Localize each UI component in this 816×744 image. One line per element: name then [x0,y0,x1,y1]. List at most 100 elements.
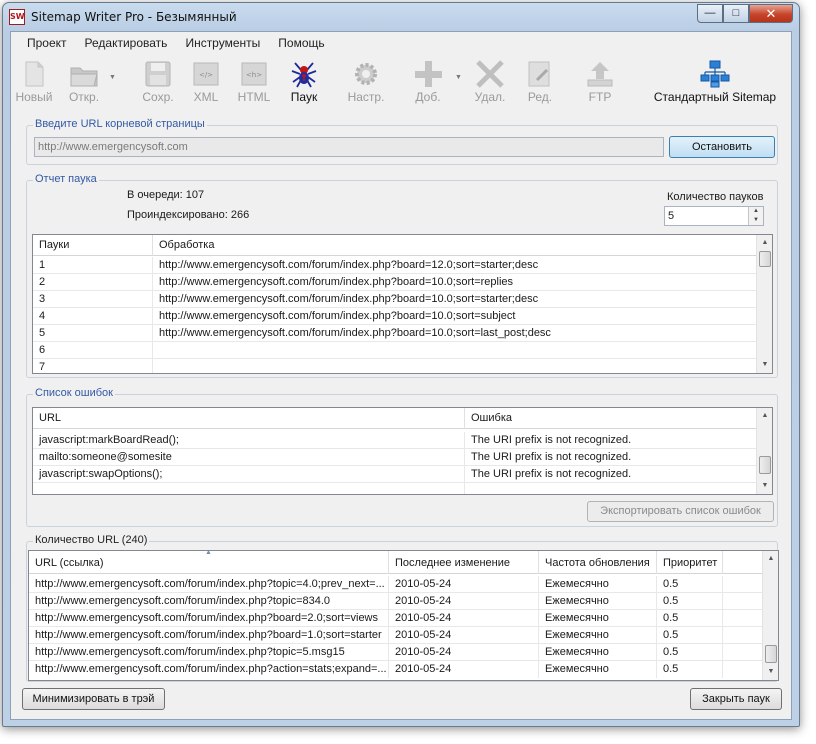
scroll-up-arrow-icon[interactable]: ▲ [757,408,772,424]
scroll-down-arrow-icon[interactable]: ▼ [757,478,772,494]
open-button[interactable]: Откр. [63,60,105,104]
spin-up-arrow-icon[interactable]: ▲ [749,207,763,216]
col-error-url[interactable]: URL [33,408,465,429]
app-icon[interactable]: SW [9,9,25,25]
table-row[interactable]: http://www.emergencysoft.com/forum/index… [29,644,763,661]
minimize-to-tray-button[interactable]: Минимизировать в трэй [22,688,165,710]
client-area: Проект Редактировать Инструменты Помощь … [10,31,792,720]
settings-label: Настр. [347,90,385,104]
save-label: Сохр. [142,90,174,104]
table-row[interactable]: http://www.emergencysoft.com/forum/index… [29,610,763,627]
table-row[interactable]: http://www.emergencysoft.com/forum/index… [29,576,763,593]
spider-count-spinner[interactable]: 5 ▲ ▼ [664,206,764,226]
table-row[interactable] [33,483,757,494]
root-url-input[interactable]: http://www.emergencysoft.com [34,137,664,157]
settings-button[interactable]: Настр. [345,60,387,104]
edit-label: Ред. [527,90,553,104]
scroll-down-arrow-icon[interactable]: ▼ [763,664,778,680]
url-cell: http://www.emergencysoft.com/forum/index… [29,627,389,644]
last-modified-cell: 2010-05-24 [389,661,539,678]
col-spiders[interactable]: Пауки [33,235,153,256]
error-url-cell [33,483,465,494]
x-icon [476,60,504,88]
delete-button[interactable]: Удал. [469,60,511,104]
standard-sitemap-button[interactable]: Стандартный Sitemap [653,60,777,104]
xml-file-icon: </> [193,62,219,86]
add-dropdown-arrow-icon[interactable]: ▼ [455,74,462,81]
xml-button[interactable]: </> XML [185,60,227,104]
table-row[interactable]: http://www.emergencysoft.com/forum/index… [29,593,763,610]
scroll-up-arrow-icon[interactable]: ▲ [757,235,772,251]
table-row[interactable]: 7 [33,359,757,373]
urls-table-scrollbar[interactable]: ▲ ▼ [762,551,778,680]
close-window-button[interactable]: ✕ [749,4,793,23]
edit-button[interactable]: Ред. [519,60,561,104]
menu-edit[interactable]: Редактировать [77,32,178,54]
scroll-up-arrow-icon[interactable]: ▲ [763,551,778,567]
table-row[interactable]: http://www.emergencysoft.com/forum/index… [29,627,763,644]
col-change-frequency[interactable]: Частота обновления [539,551,657,574]
export-errors-button[interactable]: Экспортировать список ошибок [587,501,774,522]
minimize-button[interactable]: — [697,4,723,23]
spider-label: Паук [290,90,318,104]
menu-help[interactable]: Помощь [270,32,334,54]
table-row[interactable]: 1 http://www.emergencysoft.com/forum/inde… [33,257,757,274]
add-button[interactable]: Доб. [407,60,449,104]
html-button[interactable]: <h> HTML [233,60,275,104]
frequency-cell: Ежемесячно [539,644,657,661]
maximize-button[interactable]: □ [723,4,749,23]
table-row[interactable]: 4 http://www.emergencysoft.com/forum/inde… [33,308,757,325]
save-button[interactable]: Сохр. [137,60,179,104]
spider-button[interactable]: Паук [283,60,325,104]
col-priority[interactable]: Приоритет [657,551,723,574]
priority-cell: 0.5 [657,576,723,593]
open-dropdown-arrow-icon[interactable]: ▼ [109,74,116,81]
ftp-label: FTP [588,90,612,104]
spiders-table-scrollbar[interactable]: ▲ ▼ [756,235,772,373]
indexed-count: Проиндексировано: 266 [127,209,250,221]
table-row[interactable]: 2 http://www.emergencysoft.com/forum/inde… [33,274,757,291]
close-spider-button[interactable]: Закрыть паук [690,688,782,710]
spider-icon [291,62,317,88]
errors-table-scrollbar[interactable]: ▲ ▼ [756,408,772,494]
menu-project[interactable]: Проект [19,32,77,54]
last-modified-cell: 2010-05-24 [389,610,539,627]
scroll-thumb[interactable] [765,645,777,663]
spin-down-arrow-icon[interactable]: ▼ [749,216,763,225]
title-bar[interactable]: SW Sitemap Writer Pro - Безымянный — □ ✕ [3,3,799,31]
plus-icon [415,61,442,87]
scroll-thumb[interactable] [759,251,771,267]
table-row[interactable]: mailto:someone@somesite The URI prefix is… [33,449,757,466]
edit-document-icon [528,61,550,87]
scroll-thumb[interactable] [759,456,771,474]
spider-report-group: Отчет паука В очереди: 107 Проиндексиров… [26,173,778,378]
new-button[interactable]: Новый [13,60,55,104]
table-row[interactable]: javascript:swapOptions(); The URI prefix … [33,466,757,483]
spider-count-value: 5 [668,210,675,222]
col-error[interactable]: Ошибка [465,408,757,429]
error-url-cell: javascript:swapOptions(); [33,466,465,483]
frequency-cell: Ежемесячно [539,576,657,593]
spider-report-group-title: Отчет паука [33,173,99,185]
table-row[interactable]: 3 http://www.emergencysoft.com/forum/inde… [33,291,757,308]
spider-id-cell: 5 [33,325,153,342]
menu-bar: Проект Редактировать Инструменты Помощь [11,32,791,54]
table-row[interactable]: 5 http://www.emergencysoft.com/forum/inde… [33,325,757,342]
scroll-down-arrow-icon[interactable]: ▼ [757,357,772,373]
html-label: HTML [237,90,271,104]
priority-cell: 0.5 [657,593,723,610]
col-processing[interactable]: Обработка [153,235,757,256]
save-disk-icon [145,61,171,87]
table-row[interactable]: http://www.emergencysoft.com/forum/index… [29,661,763,678]
ftp-button[interactable]: FTP [579,60,621,104]
table-row[interactable]: 6 [33,342,757,359]
last-modified-cell: 2010-05-24 [389,644,539,661]
col-url-link[interactable]: URL (ссылка) ▲ [29,551,389,574]
spinner-buttons: ▲ ▼ [748,207,763,225]
add-label: Доб. [415,90,441,104]
stop-button[interactable]: Остановить [669,136,775,158]
col-last-modified[interactable]: Последнее изменение [389,551,539,574]
processing-url-cell: http://www.emergencysoft.com/forum/index… [159,259,539,271]
table-row[interactable]: javascript:markBoardRead(); The URI prefi… [33,432,757,449]
menu-tools[interactable]: Инструменты [177,32,270,54]
